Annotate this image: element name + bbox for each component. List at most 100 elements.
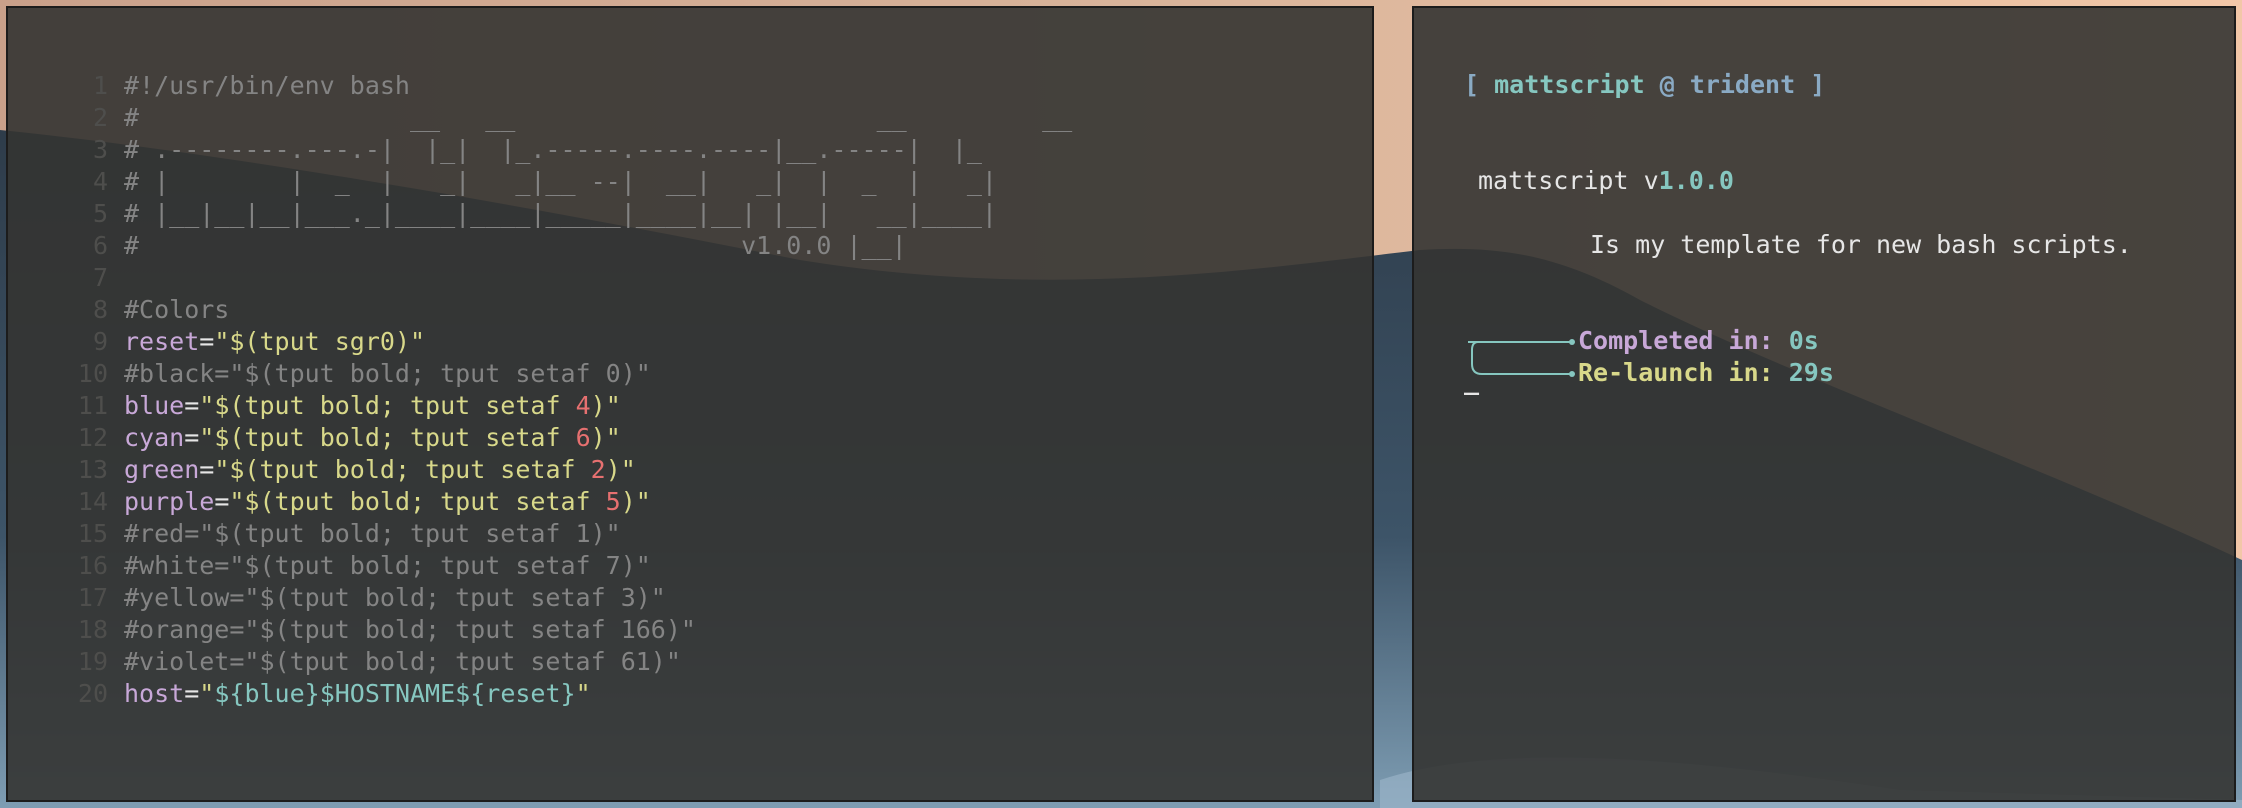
code-token: # .--------.---.-| |_| |_.-----.----.---… (124, 135, 982, 164)
line-number: 5 (92, 199, 108, 228)
line-number: 1 (92, 71, 108, 100)
code-line[interactable]: 16 #white="$(tput bold; tput setaf 7)" (8, 550, 1072, 582)
completed-value: 0s (1788, 326, 1819, 355)
code-token: = (199, 455, 215, 484)
code-token: "$(tput bold; tput setaf (229, 487, 606, 516)
prompt-open-bracket: [ (1464, 70, 1495, 99)
code-token: 5 (605, 487, 621, 516)
code-token: = (214, 487, 230, 516)
code-line[interactable]: 9 reset="$(tput sgr0)" (8, 326, 1072, 358)
code-line[interactable]: 15 #red="$(tput bold; tput setaf 1)" (8, 518, 1072, 550)
prompt-header: [ mattscript @ trident ] (1464, 70, 1825, 99)
code-token: = (199, 327, 215, 356)
code-token: host (124, 679, 185, 708)
code-token: #yellow="$(tput bold; tput setaf 3)" (124, 583, 666, 612)
tree-connector-icon (1468, 339, 1575, 377)
code-token: 6 (575, 423, 591, 452)
script-name-line: mattscript v1.0.0 (1478, 166, 1734, 195)
code-token: "$(tput bold; tput setaf (199, 391, 576, 420)
line-number: 8 (92, 295, 108, 324)
code-token: = (184, 423, 200, 452)
code-token: #orange="$(tput bold; tput setaf 166)" (124, 615, 696, 644)
code-line[interactable]: 12 cyan="$(tput bold; tput setaf 6)" (8, 422, 1072, 454)
editor-terminal-window[interactable]: 1 #!/usr/bin/env bash 2 # __ __ __ __ 3 # .--… (6, 6, 1374, 802)
code-token: )" (590, 391, 621, 420)
line-number: 9 (92, 327, 108, 356)
code-line[interactable]: 7 (8, 262, 1072, 294)
line-number: 19 (77, 647, 108, 676)
line-number: 4 (92, 167, 108, 196)
code-line[interactable]: 11 blue="$(tput bold; tput setaf 4)" (8, 390, 1072, 422)
output-terminal-window[interactable]: [ mattscript @ trident ] mattscript v1.0… (1412, 6, 2236, 802)
prompt-close-bracket: ] (1795, 70, 1826, 99)
terminal-cursor[interactable]: _ (1464, 366, 1479, 395)
prompt-at: @ (1644, 70, 1690, 99)
line-number: 7 (92, 263, 108, 292)
line-number: 16 (77, 551, 108, 580)
code-token: purple (124, 487, 215, 516)
line-number: 3 (92, 135, 108, 164)
code-token: "$(tput bold; tput setaf (214, 455, 591, 484)
code-line[interactable]: 18 #orange="$(tput bold; tput setaf 166)" (8, 614, 1072, 646)
completed-label: Completed in: (1578, 326, 1774, 355)
line-number: 17 (77, 583, 108, 612)
script-version: 1.0.0 (1658, 166, 1734, 195)
code-line[interactable]: 19 #violet="$(tput bold; tput setaf 61)" (8, 646, 1072, 678)
prompt-user: mattscript (1494, 70, 1645, 99)
prompt-host: trident (1689, 70, 1796, 99)
code-token: #!/usr/bin/env bash (124, 71, 410, 100)
code-token: blue (124, 391, 185, 420)
code-token: 2 (590, 455, 606, 484)
code-line[interactable]: 17 #yellow="$(tput bold; tput setaf 3)" (8, 582, 1072, 614)
code-token: )" (605, 455, 636, 484)
line-number: 20 (77, 679, 108, 708)
line-number: 14 (77, 487, 108, 516)
code-token: #black="$(tput bold; tput setaf 0)" (124, 359, 651, 388)
code-token: cyan (124, 423, 185, 452)
code-token: )" (620, 487, 651, 516)
code-token: " (199, 679, 215, 708)
code-token: # | | _ | _| _|__ --| __| _| | _ | _| (124, 167, 997, 196)
code-line[interactable]: 13 green="$(tput bold; tput setaf 2)" (8, 454, 1072, 486)
code-token: #white="$(tput bold; tput setaf 7)" (124, 551, 651, 580)
line-number: 18 (77, 615, 108, 644)
completed-line: Completed in: 0s (1578, 326, 1819, 355)
code-line[interactable]: 6 # v1.0.0 |__| (8, 230, 1072, 262)
line-number: 2 (92, 103, 108, 132)
code-token: # __ __ __ __ (124, 103, 1073, 132)
code-line[interactable]: 2 # __ __ __ __ (8, 102, 1072, 134)
line-number: 6 (92, 231, 108, 260)
code-line[interactable]: 4 # | | _ | _| _|__ --| __| _| | _ | _| (8, 166, 1072, 198)
code-token: #Colors (124, 295, 230, 324)
code-token: # v1.0.0 |__| (124, 231, 907, 260)
script-description: Is my template for new bash scripts. (1590, 230, 2132, 259)
code-token: #violet="$(tput bold; tput setaf 61)" (124, 647, 681, 676)
code-line[interactable]: 8 #Colors (8, 294, 1072, 326)
code-token: green (124, 455, 200, 484)
relaunch-label: Re-launch in: (1578, 358, 1774, 387)
relaunch-line: Re-launch in: 29s (1578, 358, 1834, 387)
code-line[interactable]: 20 host="${blue}$HOSTNAME${reset}" (8, 678, 1072, 710)
code-editor[interactable]: 1 #!/usr/bin/env bash 2 # __ __ __ __ 3 # .--… (8, 70, 1072, 710)
code-token: ${blue}$HOSTNAME${reset} (214, 679, 576, 708)
line-number: 12 (77, 423, 108, 452)
line-number: 13 (77, 455, 108, 484)
code-token: = (184, 391, 200, 420)
code-line[interactable]: 3 # .--------.---.-| |_| |_.-----.----.--… (8, 134, 1072, 166)
code-line[interactable]: 14 purple="$(tput bold; tput setaf 5)" (8, 486, 1072, 518)
line-number: 10 (77, 359, 108, 388)
code-line[interactable]: 1 #!/usr/bin/env bash (8, 70, 1072, 102)
line-number: 11 (77, 391, 108, 420)
code-token: " (575, 679, 591, 708)
code-token: #red="$(tput bold; tput setaf 1)" (124, 519, 621, 548)
code-token: )" (590, 423, 621, 452)
code-token: "$(tput bold; tput setaf (199, 423, 576, 452)
code-token: "$(tput sgr0)" (214, 327, 426, 356)
code-line[interactable]: 5 # |__|__|__|___._|____|____|_____|____|… (8, 198, 1072, 230)
line-number: 15 (77, 519, 108, 548)
code-token: reset (124, 327, 200, 356)
script-name: mattscript v (1478, 166, 1659, 195)
code-token: 4 (575, 391, 591, 420)
code-line[interactable]: 10 #black="$(tput bold; tput setaf 0)" (8, 358, 1072, 390)
relaunch-value: 29s (1788, 358, 1834, 387)
